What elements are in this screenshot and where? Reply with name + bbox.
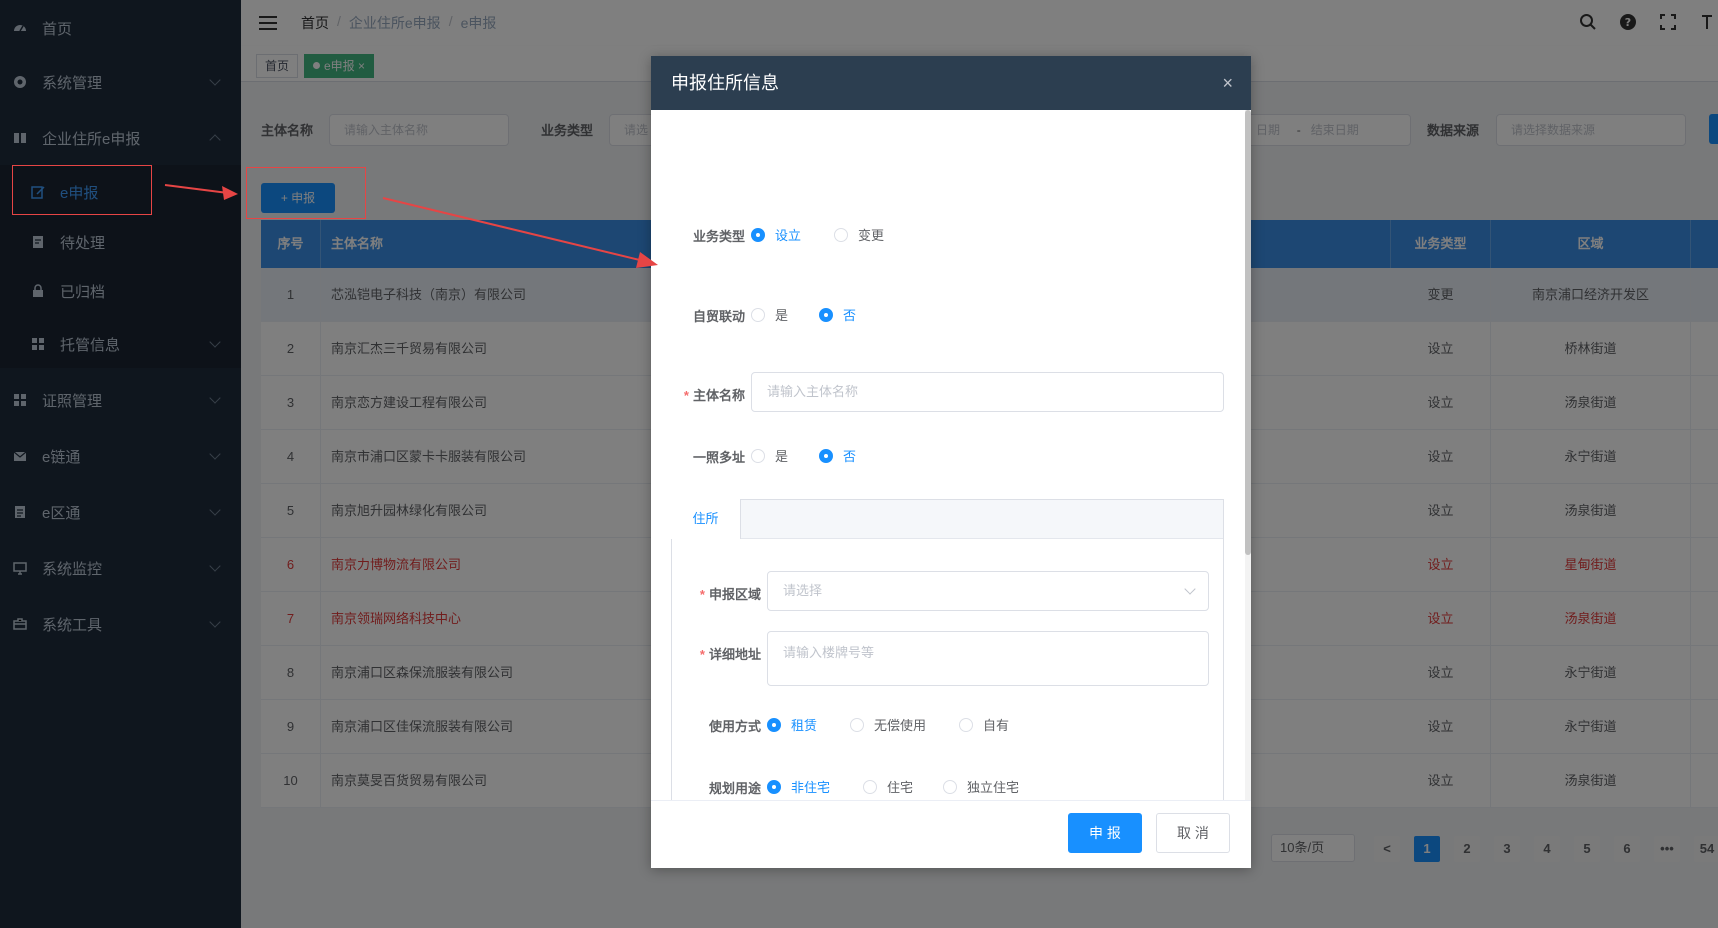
usage-radio-lease[interactable]: 租赁 (767, 715, 817, 734)
address-label: * 详细地址 (699, 647, 761, 662)
dialog-scrollbar[interactable] (1245, 110, 1251, 800)
planning-radio-independent[interactable]: 独立住宅 (943, 777, 1019, 796)
subject-input[interactable]: 请输入主体名称 (751, 372, 1224, 412)
dialog-body: 业务类型 设立 变更 自贸联动 是 否 * 主体名称 请输入主体名称 一照多址 是… (651, 110, 1251, 800)
chevron-down-icon (1184, 583, 1196, 595)
required-mark: * (683, 388, 689, 403)
required-mark: * (699, 587, 705, 602)
usage-radio-free[interactable]: 无偿使用 (850, 715, 926, 734)
close-icon[interactable]: × (1222, 56, 1233, 110)
dialog-footer: 申 报 取 消 (651, 800, 1251, 868)
ftz-radio-yes[interactable]: 是 (751, 305, 788, 324)
address-textarea[interactable]: 请输入楼牌号等 (767, 631, 1209, 686)
required-mark: * (699, 647, 705, 662)
ftz-radio-no[interactable]: 否 (819, 305, 856, 324)
biz-type-radio-change[interactable]: 变更 (834, 225, 884, 244)
region-select[interactable]: 请选择 (767, 571, 1209, 611)
tabs-header: 住所 (671, 499, 1223, 539)
multi-addr-label: 一照多址 (692, 450, 745, 465)
annotation-box-sidebar (12, 165, 152, 215)
dialog-title: 申报住所信息 (671, 73, 779, 93)
planning-label: 规划用途 (708, 781, 761, 796)
cancel-button[interactable]: 取 消 (1156, 813, 1230, 853)
planning-radio-non-residential[interactable]: 非住宅 (767, 777, 830, 796)
multi-addr-radio-no[interactable]: 否 (819, 446, 856, 465)
subject-label: * 主体名称 (683, 388, 745, 403)
usage-label: 使用方式 (708, 719, 761, 734)
annotation-box-button (246, 167, 366, 219)
biz-type-label: 业务类型 (692, 229, 745, 244)
declare-dialog: 申报住所信息 × 业务类型 设立 变更 自贸联动 是 否 * 主体名称 请输入主体… (651, 56, 1251, 868)
tab-address[interactable]: 住所 (671, 499, 741, 539)
submit-button[interactable]: 申 报 (1068, 813, 1142, 853)
usage-radio-own[interactable]: 自有 (959, 715, 1009, 734)
ftz-label: 自贸联动 (692, 309, 745, 324)
dialog-header: 申报住所信息 × (651, 56, 1251, 110)
planning-radio-residential[interactable]: 住宅 (863, 777, 913, 796)
scrollbar-thumb[interactable] (1245, 110, 1251, 555)
region-label: * 申报区域 (699, 587, 761, 602)
multi-addr-radio-yes[interactable]: 是 (751, 446, 788, 465)
biz-type-radio-establish[interactable]: 设立 (751, 225, 801, 244)
